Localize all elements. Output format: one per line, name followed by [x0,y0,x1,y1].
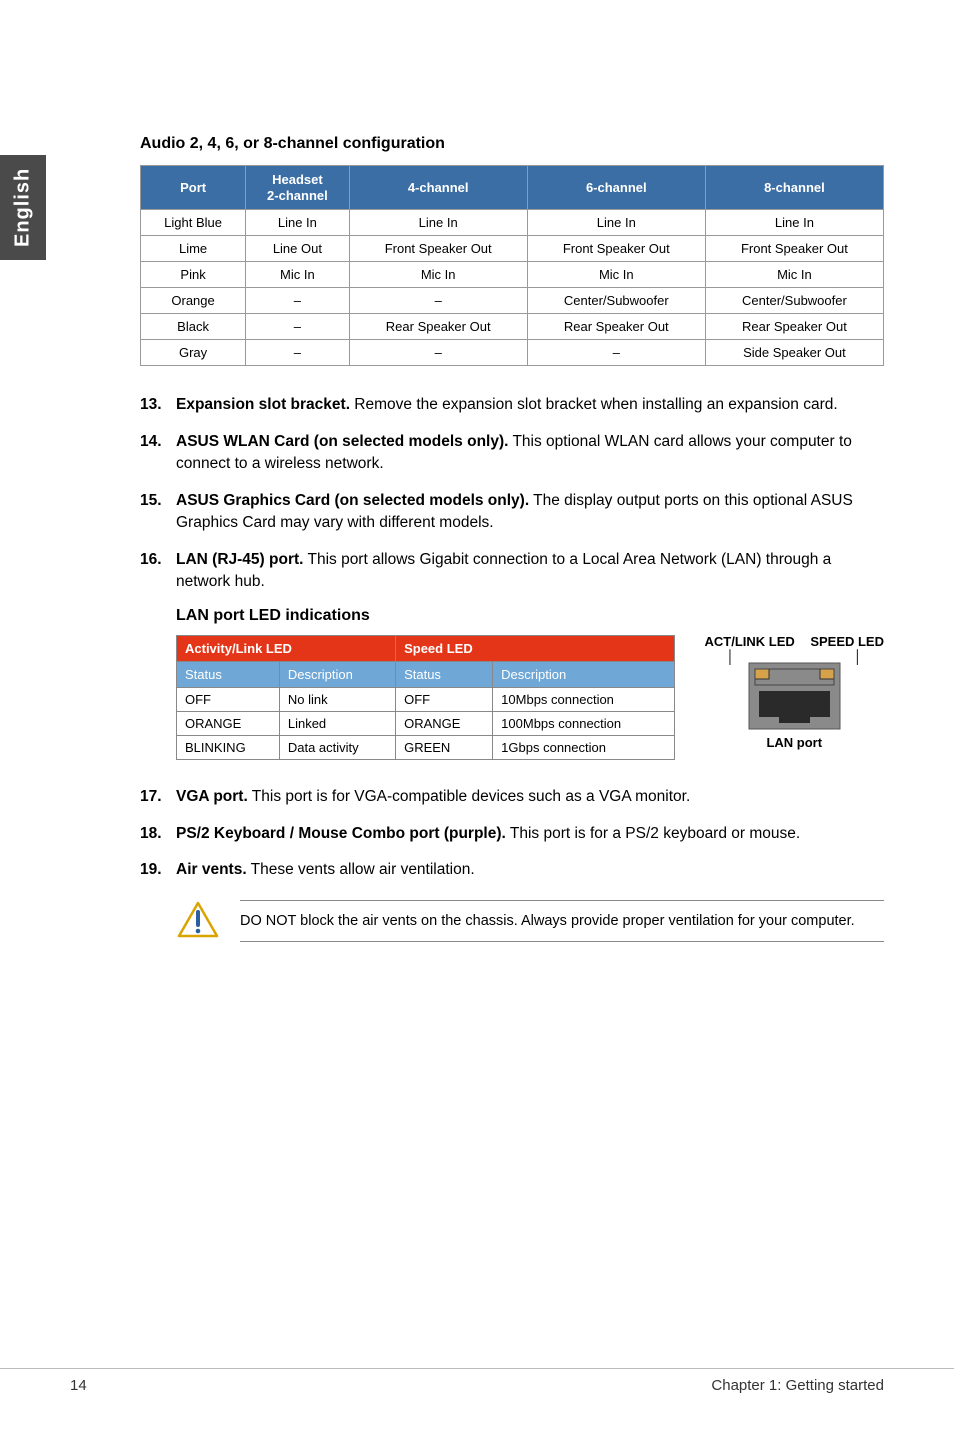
lan-port-caption: LAN port [705,735,884,750]
table-row: Orange––Center/SubwooferCenter/Subwoofer [141,288,884,314]
lan-led-table: Activity/Link LED Speed LED Status Descr… [176,635,675,760]
page-number: 14 [70,1377,87,1394]
language-tab: English [0,155,46,260]
speed-led-label: SPEED LED [810,635,884,649]
lan-th-activity: Activity/Link LED [177,636,396,662]
lan-led-heading: LAN port LED indications [176,607,884,625]
lan-port-diagram: ACT/LINK LED SPEED LED ││ LAN port [705,635,884,749]
audio-th-6ch: 6-channel [527,166,705,210]
table-row: PinkMic InMic InMic InMic In [141,262,884,288]
table-row: Gray–––Side Speaker Out [141,340,884,366]
table-row: Light BlueLine InLine InLine InLine In [141,210,884,236]
rj45-port-icon [747,661,842,731]
audio-config-heading: Audio 2, 4, 6, or 8-channel configuratio… [140,135,884,153]
audio-th-port: Port [141,166,246,210]
audio-th-headset: Headset 2-channel [246,166,349,210]
table-row: ORANGELinkedORANGE100Mbps connection [177,712,675,736]
table-row: Black–Rear Speaker OutRear Speaker OutRe… [141,314,884,340]
caution-text: DO NOT block the air vents on the chassi… [240,900,884,942]
caution-icon [176,900,220,944]
description-list-1: 13.Expansion slot bracket. Remove the ex… [140,394,884,593]
audio-config-table: Port Headset 2-channel 4-channel 6-chann… [140,165,884,366]
page-footer: 14 Chapter 1: Getting started [0,1368,954,1394]
audio-th-4ch: 4-channel [349,166,527,210]
lan-row: Activity/Link LED Speed LED Status Descr… [176,635,884,760]
act-link-led-label: ACT/LINK LED [705,635,795,649]
lan-th-speed: Speed LED [396,636,674,662]
chapter-title: Chapter 1: Getting started [711,1377,884,1394]
list-item: 13.Expansion slot bracket. Remove the ex… [140,394,884,416]
table-row: LimeLine OutFront Speaker OutFront Speak… [141,236,884,262]
list-item: 15.ASUS Graphics Card (on selected model… [140,490,884,535]
list-item: 19.Air vents. These vents allow air vent… [140,859,884,881]
list-item: 16.LAN (RJ-45) port. This port allows Gi… [140,549,884,594]
page-content: Audio 2, 4, 6, or 8-channel configuratio… [0,0,954,944]
description-list-2: 17.VGA port. This port is for VGA-compat… [140,786,884,881]
table-row: OFFNo linkOFF10Mbps connection [177,688,675,712]
table-row: BLINKINGData activityGREEN1Gbps connecti… [177,736,675,760]
list-item: 18.PS/2 Keyboard / Mouse Combo port (pur… [140,823,884,845]
list-item: 17.VGA port. This port is for VGA-compat… [140,786,884,808]
list-item: 14.ASUS WLAN Card (on selected models on… [140,431,884,476]
caution-note: DO NOT block the air vents on the chassi… [176,900,884,944]
audio-th-8ch: 8-channel [705,166,883,210]
